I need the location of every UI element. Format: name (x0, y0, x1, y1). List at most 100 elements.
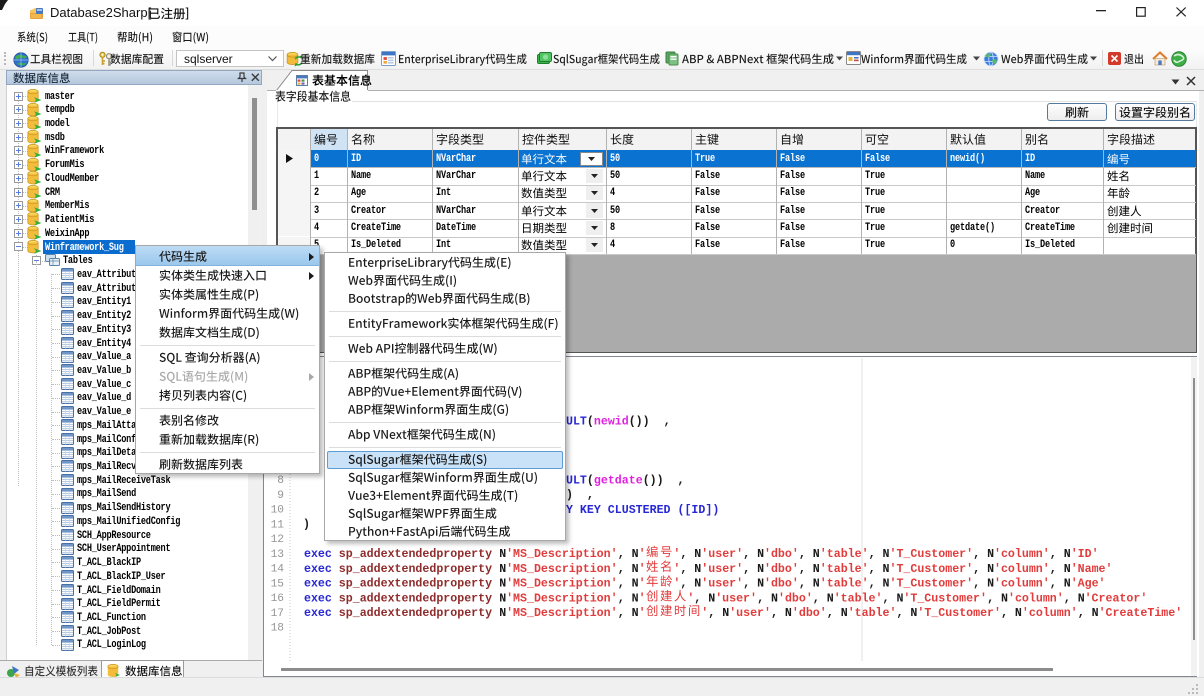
svg-text:N: N (632, 548, 639, 561)
svg-text:,: , (973, 563, 980, 576)
svg-text:()): ()) (643, 474, 664, 487)
svg-text:N: N (1001, 592, 1008, 605)
svg-text:sp_addextendedproperty: sp_addextendedproperty (339, 548, 492, 561)
svg-text:sp_addextendedproperty: sp_addextendedproperty (339, 563, 492, 576)
svg-text:': ' (673, 548, 680, 561)
svg-text:exec: exec (304, 548, 332, 561)
svg-text:9: 9 (277, 490, 284, 502)
svg-text:'MS_Description': 'MS_Description' (506, 548, 617, 561)
svg-text:'table': 'table' (848, 607, 897, 620)
svg-text:,: , (869, 548, 876, 561)
svg-text:N: N (813, 548, 820, 561)
svg-text:': ' (639, 607, 646, 620)
svg-text:,: , (694, 592, 701, 605)
svg-text:([ID]): ([ID]) (678, 504, 720, 517)
svg-text:'Name': 'Name' (1071, 563, 1113, 576)
svg-text:N: N (771, 592, 778, 605)
svg-text:()): ()) (629, 415, 650, 428)
svg-text:'Creator': 'Creator' (1085, 592, 1148, 605)
svg-text:'table': 'table' (820, 563, 869, 576)
svg-text:,: , (587, 489, 594, 502)
svg-text:N: N (632, 592, 639, 605)
svg-text:'Age': 'Age' (1071, 578, 1106, 591)
svg-text:sp_addextendedproperty: sp_addextendedproperty (339, 592, 492, 605)
svg-text:N: N (1092, 607, 1099, 620)
svg-text:,: , (743, 548, 750, 561)
svg-text:'T_Customer': 'T_Customer' (890, 548, 974, 561)
svg-text:': ' (639, 592, 646, 605)
svg-text:N: N (1064, 563, 1071, 576)
svg-text:,: , (869, 563, 876, 576)
svg-text:,: , (1050, 578, 1057, 591)
svg-text:11: 11 (271, 519, 285, 531)
svg-text:'dbo': 'dbo' (792, 607, 827, 620)
svg-text:,: , (1050, 548, 1057, 561)
svg-text:': ' (639, 563, 646, 576)
svg-text:'CreateTime': 'CreateTime' (1099, 607, 1183, 620)
svg-text:,: , (618, 592, 625, 605)
svg-text:'user': 'user' (701, 578, 743, 591)
svg-text:'table': 'table' (834, 592, 883, 605)
svg-text:CLUSTERED: CLUSTERED (608, 504, 671, 517)
svg-text:': ' (701, 607, 708, 620)
svg-text:): ) (303, 519, 310, 532)
svg-text:newid: newid (594, 415, 629, 428)
svg-text:': ' (673, 563, 680, 576)
svg-text:exec: exec (304, 578, 332, 591)
svg-text:ULT: ULT (566, 415, 587, 428)
svg-text:,: , (771, 607, 778, 620)
svg-text:'T_Customer': 'T_Customer' (903, 592, 987, 605)
svg-text:8: 8 (277, 475, 284, 487)
svg-text:'user': 'user' (715, 592, 757, 605)
svg-text:,: , (618, 607, 625, 620)
svg-text:'T_Customer': 'T_Customer' (890, 578, 974, 591)
svg-text:,: , (743, 563, 750, 576)
svg-text:': ' (673, 578, 680, 591)
svg-text:exec: exec (304, 607, 332, 620)
svg-text:'T_Customer': 'T_Customer' (890, 563, 974, 576)
svg-text:N: N (632, 578, 639, 591)
svg-text:N: N (813, 578, 820, 591)
svg-text:exec: exec (304, 563, 332, 576)
svg-text:,: , (883, 592, 890, 605)
svg-text:,: , (973, 548, 980, 561)
svg-text:,: , (743, 578, 750, 591)
svg-text:ULT: ULT (566, 474, 587, 487)
svg-text:'column': 'column' (1022, 607, 1078, 620)
svg-text:,: , (799, 578, 806, 591)
svg-text:N: N (883, 563, 890, 576)
svg-text:'column': 'column' (994, 548, 1050, 561)
svg-text:,: , (618, 578, 625, 591)
svg-text:,: , (799, 548, 806, 561)
svg-text:,: , (680, 563, 687, 576)
svg-text:(: ( (587, 415, 594, 428)
svg-text:'dbo': 'dbo' (778, 592, 813, 605)
svg-text:,: , (678, 474, 685, 487)
svg-text:'ID': 'ID' (1071, 548, 1099, 561)
svg-text:(: ( (587, 474, 594, 487)
svg-text:,: , (618, 548, 625, 561)
svg-text:': ' (639, 578, 646, 591)
svg-text:N: N (1064, 548, 1071, 561)
svg-text:N: N (694, 578, 701, 591)
svg-text:12: 12 (271, 534, 284, 546)
svg-text:'user': 'user' (701, 563, 743, 576)
svg-text:,: , (708, 607, 715, 620)
svg-text:N: N (632, 563, 639, 576)
svg-text:'MS_Description': 'MS_Description' (506, 578, 617, 591)
svg-text:N: N (785, 607, 792, 620)
svg-text:,: , (680, 548, 687, 561)
svg-text:N: N (910, 607, 917, 620)
svg-text:exec: exec (304, 592, 332, 605)
svg-text:,: , (897, 607, 904, 620)
svg-text:'table': 'table' (820, 548, 869, 561)
svg-text:,: , (869, 578, 876, 591)
svg-text:N: N (632, 607, 639, 620)
svg-text:'user': 'user' (729, 607, 771, 620)
svg-text:N: N (694, 548, 701, 561)
svg-text:N: N (694, 563, 701, 576)
svg-text:'MS_Description': 'MS_Description' (506, 607, 617, 620)
svg-text:,: , (618, 563, 625, 576)
svg-text:': ' (639, 548, 646, 561)
svg-text:'dbo': 'dbo' (764, 548, 799, 561)
